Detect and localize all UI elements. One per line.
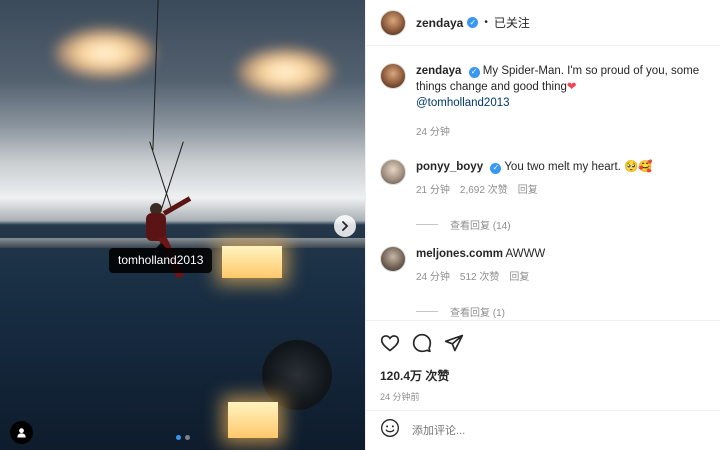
comment-time: 21 分钟	[416, 185, 450, 196]
rigging-rope	[149, 141, 172, 209]
camera-rig	[262, 340, 332, 410]
carousel-next-button[interactable]	[334, 215, 356, 237]
caption-time: 24 分钟	[416, 127, 450, 138]
avatar[interactable]	[380, 159, 406, 185]
avatar[interactable]	[380, 63, 406, 89]
emoji-button[interactable]	[380, 418, 400, 443]
like-button[interactable]	[380, 333, 400, 358]
comment-bubble-icon	[412, 333, 432, 352]
tagged-users-button[interactable]	[10, 421, 33, 444]
caption-username[interactable]: zendaya	[416, 65, 461, 77]
led-panel-light	[228, 402, 278, 438]
carousel-indicator	[176, 435, 190, 440]
comment-item: ponyy_boyy ✓ You two melt my heart. 🥺🥰 2…	[380, 159, 707, 199]
carousel-dot-active	[176, 435, 181, 440]
comment-likes[interactable]: 512 次赞	[460, 270, 499, 286]
share-button[interactable]	[444, 333, 464, 358]
post-side-panel: zendaya ✓ • 已关注 zendaya ✓ My Spider-Man.…	[365, 0, 720, 450]
scaffold-rail	[0, 238, 365, 248]
view-replies-button[interactable]: 查看回复 (14)	[416, 217, 707, 232]
comment-username[interactable]: ponyy_boyy	[416, 161, 483, 173]
person-icon	[17, 428, 26, 438]
verified-badge-icon: ✓	[467, 17, 479, 28]
comment-likes[interactable]: 2,692 次赞	[460, 183, 508, 199]
comment-username[interactable]: meljones.comm	[416, 248, 503, 260]
comment-reply-button[interactable]: 回复	[509, 270, 529, 286]
action-icons-row	[380, 331, 707, 359]
comment-button[interactable]	[412, 333, 432, 358]
caption-mention[interactable]: @tomholland2013	[416, 95, 707, 111]
post-actions: 120.4万 次赞 24 分钟前	[366, 320, 720, 403]
post-photo[interactable]: tomholland2013	[0, 0, 365, 450]
follow-status-button[interactable]: 已关注	[494, 14, 530, 31]
avatar[interactable]	[380, 246, 406, 272]
header-username[interactable]: zendaya	[416, 16, 463, 30]
verified-badge-icon: ✓	[468, 66, 480, 78]
studio-light-glow	[55, 28, 155, 78]
post-header: zendaya ✓ • 已关注	[366, 0, 720, 46]
studio-light-glow	[238, 48, 333, 96]
add-comment-input[interactable]	[412, 424, 672, 437]
instagram-post-view: tomholland2013 zendaya ✓ • 已关注 zendaya ✓…	[0, 0, 720, 450]
view-replies-label: 查看回复 (1)	[450, 308, 505, 319]
caption-item: zendaya ✓ My Spider-Man. I'm so proud of…	[380, 63, 707, 141]
led-panel-light	[222, 246, 282, 278]
replies-divider	[416, 311, 438, 312]
like-count[interactable]: 120.4万 次赞	[380, 367, 707, 384]
carousel-dot	[185, 435, 190, 440]
verified-badge-icon: ✓	[490, 162, 502, 174]
header-separator: •	[484, 17, 488, 28]
comment-text: You two melt my heart. 🥺🥰	[504, 161, 653, 173]
emoji-smile-icon	[381, 419, 399, 437]
rigging-rope	[152, 0, 159, 150]
view-replies-label: 查看回复 (14)	[450, 221, 511, 232]
comment-time: 24 分钟	[416, 272, 450, 283]
heart-emoji-icon: ❤	[566, 81, 577, 93]
heart-icon	[380, 334, 400, 352]
comment-text: AWWW	[505, 248, 546, 260]
post-time: 24 分钟前	[380, 392, 420, 402]
comment-reply-button[interactable]: 回复	[518, 183, 538, 199]
add-comment-bar	[366, 410, 720, 450]
paper-plane-icon	[444, 334, 464, 351]
comment-item: meljones.comm AWWW 24 分钟 512 次赞 回复	[380, 246, 707, 286]
chevron-right-icon	[342, 221, 349, 231]
replies-divider	[416, 224, 438, 225]
rigging-rope	[161, 141, 184, 209]
avatar[interactable]	[380, 9, 406, 36]
view-replies-button[interactable]: 查看回复 (1)	[416, 304, 707, 319]
comments-list[interactable]: zendaya ✓ My Spider-Man. I'm so proud of…	[366, 47, 720, 319]
user-tag-label[interactable]: tomholland2013	[109, 243, 213, 273]
